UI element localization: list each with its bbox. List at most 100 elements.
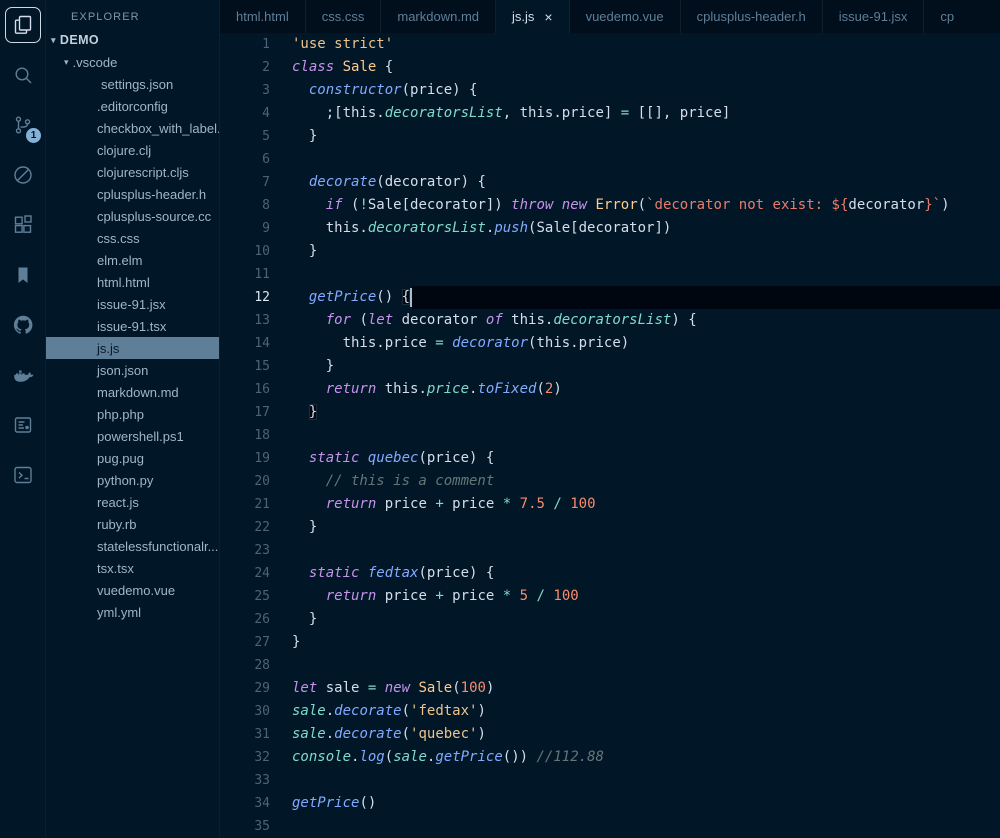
tab-issue-91.jsx[interactable]: issue-91.jsx (823, 0, 925, 33)
code-line-text[interactable]: if (!Sale[decorator]) throw new Error(`d… (292, 194, 950, 217)
line-number[interactable]: 13 (220, 309, 292, 332)
line-number[interactable]: 7 (220, 171, 292, 194)
line-number[interactable]: 17 (220, 401, 292, 424)
line-number[interactable]: 35 (220, 815, 292, 838)
code-line[interactable]: 20 // this is a comment (220, 470, 1000, 493)
tree-item[interactable]: clojure.clj (46, 139, 219, 161)
code-line[interactable]: 17 } (220, 401, 1000, 424)
tab-close-icon[interactable]: × (544, 10, 552, 24)
source-control-icon[interactable]: 1 (0, 100, 45, 150)
code-line-text[interactable]: console.log(sale.getPrice()) //112.88 (292, 746, 604, 769)
code-line[interactable]: 15 } (220, 355, 1000, 378)
tree-item[interactable]: markdown.md (46, 381, 219, 403)
code-line[interactable]: 11 (220, 263, 1000, 286)
tree-item[interactable]: checkbox_with_label... (46, 117, 219, 139)
code-line-text[interactable]: let sale = new Sale(100) (292, 677, 494, 700)
code-line-text[interactable]: static quebec(price) { (292, 447, 494, 470)
line-number[interactable]: 15 (220, 355, 292, 378)
line-number[interactable]: 1 (220, 33, 292, 56)
code-line[interactable]: 19 static quebec(price) { (220, 447, 1000, 470)
tree-item[interactable]: vuedemo.vue (46, 579, 219, 601)
code-line-text[interactable]: } (292, 240, 317, 263)
line-number[interactable]: 31 (220, 723, 292, 746)
line-number[interactable]: 22 (220, 516, 292, 539)
circle-slash-icon[interactable] (0, 150, 45, 200)
code-line[interactable]: 26 } (220, 608, 1000, 631)
code-line-text[interactable]: // this is a comment (292, 470, 494, 493)
tab-cp[interactable]: cp (924, 0, 1000, 33)
code-line[interactable]: 24 static fedtax(price) { (220, 562, 1000, 585)
code-line[interactable]: 5 } (220, 125, 1000, 148)
tree-root-demo[interactable]: ▾ DEMO (46, 29, 219, 51)
tree-item[interactable]: cplusplus-header.h (46, 183, 219, 205)
code-line[interactable]: 30sale.decorate('fedtax') (220, 700, 1000, 723)
code-line[interactable]: 3 constructor(price) { (220, 79, 1000, 102)
line-number[interactable]: 33 (220, 769, 292, 792)
code-line-text[interactable]: getPrice() { (292, 286, 410, 309)
line-number[interactable]: 10 (220, 240, 292, 263)
code-line-text[interactable]: getPrice() (292, 792, 376, 815)
code-line-text[interactable]: sale.decorate('quebec') (292, 723, 486, 746)
code-line[interactable]: 33 (220, 769, 1000, 792)
code-line[interactable]: 23 (220, 539, 1000, 562)
tree-item[interactable]: css.css (46, 227, 219, 249)
tree-item[interactable]: html.html (46, 271, 219, 293)
line-number[interactable]: 14 (220, 332, 292, 355)
line-number[interactable]: 20 (220, 470, 292, 493)
tree-item[interactable]: yml.yml (46, 601, 219, 623)
code-line-text[interactable]: constructor(price) { (292, 79, 477, 102)
code-line-text[interactable]: decorate(decorator) { (292, 171, 486, 194)
line-number[interactable]: 5 (220, 125, 292, 148)
line-number[interactable]: 32 (220, 746, 292, 769)
tree-item[interactable]: ruby.rb (46, 513, 219, 535)
line-number[interactable]: 6 (220, 148, 292, 171)
code-line-text[interactable]: this.decoratorsList.push(Sale[decorator]… (292, 217, 671, 240)
code-line[interactable]: 1'use strict' (220, 33, 1000, 56)
code-line-text[interactable]: ;[this.decoratorsList, this.price] = [[]… (292, 102, 730, 125)
code-line[interactable]: 21 return price + price * 7.5 / 100 (220, 493, 1000, 516)
code-line[interactable]: 25 return price + price * 5 / 100 (220, 585, 1000, 608)
code-line[interactable]: 18 (220, 424, 1000, 447)
code-line[interactable]: 16 return this.price.toFixed(2) (220, 378, 1000, 401)
line-number[interactable]: 34 (220, 792, 292, 815)
code-line-text[interactable]: sale.decorate('fedtax') (292, 700, 486, 723)
search-icon[interactable] (0, 50, 45, 100)
tree-item[interactable]: issue-91.jsx (46, 293, 219, 315)
code-line[interactable]: 31sale.decorate('quebec') (220, 723, 1000, 746)
code-line[interactable]: 8 if (!Sale[decorator]) throw new Error(… (220, 194, 1000, 217)
line-number[interactable]: 29 (220, 677, 292, 700)
tree-item[interactable]: issue-91.tsx (46, 315, 219, 337)
tree-item[interactable]: clojurescript.cljs (46, 161, 219, 183)
line-number[interactable]: 2 (220, 56, 292, 79)
code-line-text[interactable]: } (292, 608, 317, 631)
code-line[interactable]: 34getPrice() (220, 792, 1000, 815)
code-line[interactable]: 13 for (let decorator of this.decorators… (220, 309, 1000, 332)
line-number[interactable]: 12 (220, 286, 292, 309)
code-line[interactable]: 35 (220, 815, 1000, 838)
code-line-text[interactable]: return this.price.toFixed(2) (292, 378, 562, 401)
tree-item[interactable]: pug.pug (46, 447, 219, 469)
line-number[interactable]: 27 (220, 631, 292, 654)
code-line[interactable]: 29let sale = new Sale(100) (220, 677, 1000, 700)
line-number[interactable]: 18 (220, 424, 292, 447)
code-line[interactable]: 7 decorate(decorator) { (220, 171, 1000, 194)
code-line[interactable]: 9 this.decoratorsList.push(Sale[decorato… (220, 217, 1000, 240)
line-number[interactable]: 21 (220, 493, 292, 516)
code-line[interactable]: 2class Sale { (220, 56, 1000, 79)
line-number[interactable]: 26 (220, 608, 292, 631)
tree-item[interactable]: statelessfunctionalr... (46, 535, 219, 557)
line-number[interactable]: 24 (220, 562, 292, 585)
line-number[interactable]: 16 (220, 378, 292, 401)
line-number[interactable]: 25 (220, 585, 292, 608)
code-line-text[interactable]: for (let decorator of this.decoratorsLis… (292, 309, 697, 332)
code-line[interactable]: 10 } (220, 240, 1000, 263)
code-line[interactable]: 14 this.price = decorator(this.price) (220, 332, 1000, 355)
explorer-icon[interactable] (0, 0, 45, 50)
tree-item[interactable]: js.js (46, 337, 219, 359)
code-line-text[interactable]: static fedtax(price) { (292, 562, 494, 585)
tab-js.js[interactable]: js.js× (496, 0, 570, 33)
code-line[interactable]: 28 (220, 654, 1000, 677)
tab-html.html[interactable]: html.html (220, 0, 306, 33)
tree-item[interactable]: json.json (46, 359, 219, 381)
line-number[interactable]: 4 (220, 102, 292, 125)
